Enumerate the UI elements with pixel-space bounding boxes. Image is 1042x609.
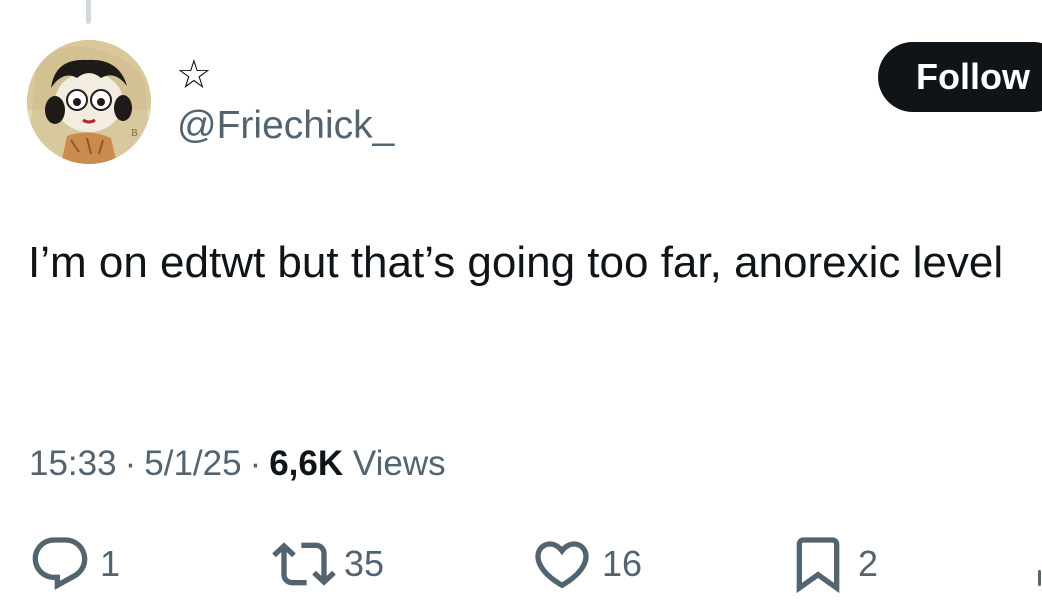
like-button[interactable]: 16	[530, 532, 642, 596]
display-name[interactable]: ☆	[176, 54, 212, 96]
views-count[interactable]: 6,6K	[269, 444, 343, 483]
avatar-image: B	[27, 40, 151, 164]
meta-separator: ·	[124, 444, 137, 483]
like-count: 16	[602, 543, 643, 584]
author-handle[interactable]: @Friechick_	[177, 102, 394, 150]
tweet-text: I’m on edtwt but that’s going too far, a…	[28, 238, 1004, 287]
tweet-date[interactable]: 5/1/25	[144, 444, 241, 483]
bookmark-count: 2	[858, 543, 879, 584]
reply-icon	[32, 537, 88, 590]
thread-connector-line	[86, 0, 91, 24]
meta-separator: ·	[249, 444, 262, 483]
bookmark-button[interactable]: 2	[786, 532, 878, 596]
avatar[interactable]: B	[27, 40, 151, 164]
tweet-time[interactable]: 15:33	[29, 444, 117, 483]
bookmark-icon	[796, 537, 840, 594]
views-label[interactable]: Views	[353, 444, 446, 483]
reply-button[interactable]: 1	[28, 532, 120, 596]
reply-count: 1	[100, 543, 121, 584]
share-icon-edge[interactable]	[1038, 570, 1041, 586]
repost-icon	[272, 542, 336, 586]
repost-button[interactable]: 35	[272, 532, 384, 596]
tweet-metadata: 15:33 · 5/1/25 · 6,6K Views	[29, 440, 446, 488]
repost-count: 35	[344, 543, 385, 584]
heart-icon	[535, 541, 589, 589]
author-name-row[interactable]: ☆	[176, 54, 212, 96]
follow-button[interactable]: Follow	[878, 42, 1042, 112]
svg-text:B: B	[131, 129, 138, 139]
tweet-actions-bar: 1 35 16 2	[0, 532, 1042, 596]
